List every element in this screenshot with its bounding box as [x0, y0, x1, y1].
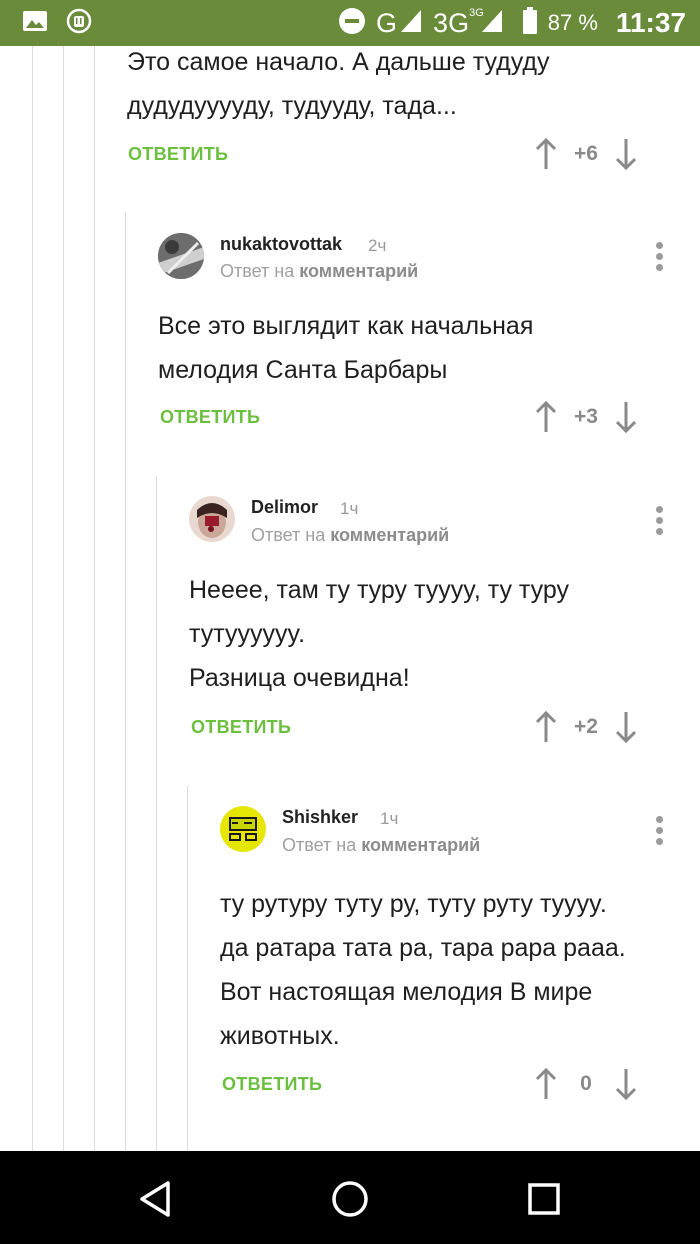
- more-options-icon[interactable]: [654, 242, 664, 274]
- reply-target-link[interactable]: комментарий: [330, 525, 449, 545]
- downvote-icon[interactable]: [614, 710, 638, 744]
- battery-percent: 87 %: [547, 10, 598, 35]
- vote-controls: +2: [534, 710, 638, 744]
- more-options-icon[interactable]: [654, 506, 664, 538]
- comment-text: Это самое начало. А дальше тудуду дудуду…: [127, 48, 550, 120]
- home-icon[interactable]: [326, 1175, 374, 1223]
- thread-line: [32, 46, 33, 1151]
- recents-icon[interactable]: [520, 1175, 568, 1223]
- reply-target-link[interactable]: комментарий: [361, 835, 480, 855]
- signal-icon: [399, 8, 423, 39]
- downvote-icon[interactable]: [614, 400, 638, 434]
- comment-time: 2ч: [368, 236, 387, 255]
- vote-score: +6: [574, 142, 598, 165]
- upvote-icon[interactable]: [534, 710, 558, 744]
- avatar[interactable]: [189, 496, 235, 542]
- thread-line: [187, 786, 188, 1151]
- vote-controls: 0: [534, 1067, 638, 1101]
- vote-controls: +3: [534, 400, 638, 434]
- android-icon: [66, 8, 92, 39]
- vote-controls: +6: [534, 137, 638, 171]
- reply-button[interactable]: ОТВЕТИТЬ: [191, 717, 291, 738]
- network-g: G: [376, 7, 398, 38]
- thread-line: [63, 46, 64, 1151]
- upvote-icon[interactable]: [534, 137, 558, 171]
- vote-score: +2: [574, 715, 598, 738]
- gallery-icon: [22, 10, 48, 37]
- reply-target-link[interactable]: комментарий: [299, 261, 418, 281]
- navigation-bar: [0, 1151, 700, 1244]
- network-3g: 3G3G: [433, 6, 484, 38]
- reply-to: Ответ на комментарий: [251, 525, 450, 545]
- reply-to: Ответ на комментарий: [220, 261, 419, 281]
- vote-score: +3: [574, 405, 598, 428]
- thread-line: [125, 212, 126, 1151]
- vote-score: 0: [580, 1072, 592, 1095]
- reply-button[interactable]: ОТВЕТИТЬ: [128, 144, 228, 165]
- downvote-icon[interactable]: [614, 137, 638, 171]
- comment-text: Неееe, там ту туру тууyy, ту туру тутууу…: [189, 576, 569, 692]
- comment-time: 1ч: [380, 809, 399, 828]
- dnd-icon: [338, 7, 366, 40]
- avatar[interactable]: [220, 806, 266, 852]
- upvote-icon[interactable]: [534, 400, 558, 434]
- downvote-icon[interactable]: [614, 1067, 638, 1101]
- more-options-icon[interactable]: [654, 816, 664, 848]
- comment-text: Все это выглядит как начальная мелодия С…: [158, 312, 534, 384]
- battery-icon: [522, 6, 538, 40]
- avatar[interactable]: [158, 233, 204, 279]
- username[interactable]: Delimor: [251, 497, 318, 518]
- upvote-icon[interactable]: [534, 1067, 558, 1101]
- reply-to: Ответ на комментарий: [282, 835, 481, 855]
- back-icon[interactable]: [132, 1175, 180, 1223]
- comment-time: 1ч: [340, 499, 359, 518]
- reply-button[interactable]: ОТВЕТИТЬ: [222, 1074, 322, 1095]
- username[interactable]: Shishker: [282, 807, 358, 828]
- username[interactable]: nukaktovottak: [220, 234, 342, 255]
- reply-button[interactable]: ОТВЕТИТЬ: [160, 407, 260, 428]
- thread-line: [156, 476, 157, 1151]
- thread-line: [94, 46, 95, 1151]
- clock: 11:37: [615, 7, 686, 38]
- comment-text: ту рутуру туту ру, туту руту тууyy. да р…: [220, 890, 626, 1050]
